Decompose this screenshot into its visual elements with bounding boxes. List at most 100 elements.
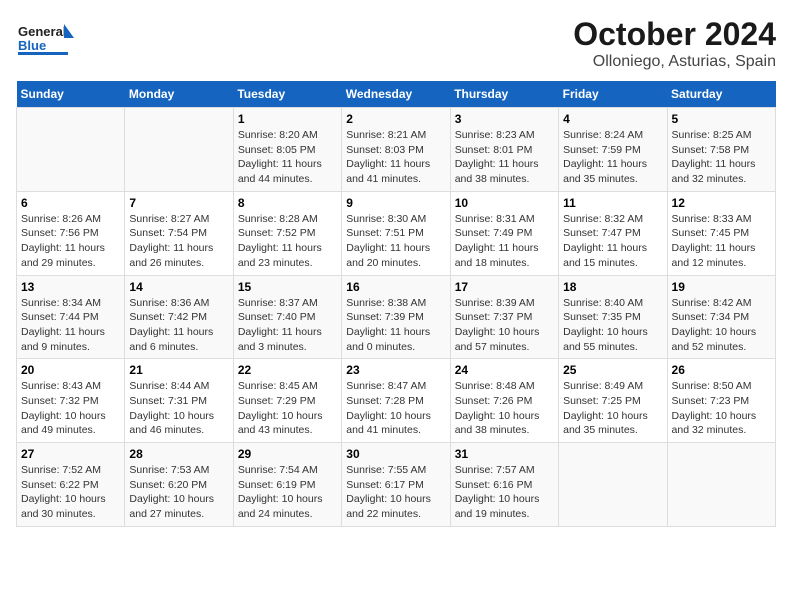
calendar-week-row: 27Sunrise: 7:52 AM Sunset: 6:22 PM Dayli… — [17, 443, 776, 527]
day-number: 12 — [672, 196, 771, 210]
day-header-tuesday: Tuesday — [233, 81, 341, 108]
day-info: Sunrise: 8:48 AM Sunset: 7:26 PM Dayligh… — [455, 379, 554, 438]
calendar-cell: 15 Sunrise: 8:37 AM Sunset: 7:40 PM Dayli… — [233, 275, 341, 359]
day-info: Sunrise: 8:43 AM Sunset: 7:32 PM Dayligh… — [21, 379, 120, 438]
calendar-cell: 7 Sunrise: 8:27 AM Sunset: 7:54 PM Daylig… — [125, 191, 233, 275]
calendar-cell: 23 Sunrise: 8:47 AM Sunset: 7:28 PM Dayli… — [342, 359, 450, 443]
day-info: Sunrise: 8:39 AM Sunset: 7:37 PM Dayligh… — [455, 296, 554, 355]
calendar-cell: 2 Sunrise: 8:21 AM Sunset: 8:03 PM Daylig… — [342, 108, 450, 192]
day-info: Sunrise: 8:40 AM Sunset: 7:35 PM Dayligh… — [563, 296, 662, 355]
calendar-cell — [559, 443, 667, 527]
day-info: Sunrise: 8:42 AM Sunset: 7:34 PM Dayligh… — [672, 296, 771, 355]
day-number: 17 — [455, 280, 554, 294]
day-number: 28 — [129, 447, 228, 461]
day-info: Sunrise: 8:38 AM Sunset: 7:39 PM Dayligh… — [346, 296, 445, 355]
day-number: 30 — [346, 447, 445, 461]
calendar-week-row: 20 Sunrise: 8:43 AM Sunset: 7:32 PM Dayli… — [17, 359, 776, 443]
calendar-cell: 29 Sunrise: 7:54 AM Sunset: 6:19 PM Dayli… — [233, 443, 341, 527]
calendar-cell: 17 Sunrise: 8:39 AM Sunset: 7:37 PM Dayli… — [450, 275, 558, 359]
day-number: 5 — [672, 112, 771, 126]
day-number: 11 — [563, 196, 662, 210]
day-number: 10 — [455, 196, 554, 210]
calendar-table: SundayMondayTuesdayWednesdayThursdayFrid… — [16, 81, 776, 527]
day-number: 8 — [238, 196, 337, 210]
calendar-cell: 22 Sunrise: 8:45 AM Sunset: 7:29 PM Dayli… — [233, 359, 341, 443]
calendar-cell: 21Sunrise: 8:44 AM Sunset: 7:31 PM Dayli… — [125, 359, 233, 443]
calendar-week-row: 13 Sunrise: 8:34 AM Sunset: 7:44 PM Dayli… — [17, 275, 776, 359]
calendar-week-row: 1 Sunrise: 8:20 AM Sunset: 8:05 PM Daylig… — [17, 108, 776, 192]
day-number: 7 — [129, 196, 228, 210]
day-number: 3 — [455, 112, 554, 126]
day-info: Sunrise: 7:54 AM Sunset: 6:19 PM Dayligh… — [238, 463, 337, 522]
day-number: 1 — [238, 112, 337, 126]
calendar-cell: 26 Sunrise: 8:50 AM Sunset: 7:23 PM Dayli… — [667, 359, 775, 443]
calendar-header-row: SundayMondayTuesdayWednesdayThursdayFrid… — [17, 81, 776, 108]
day-info: Sunrise: 8:26 AM Sunset: 7:56 PM Dayligh… — [21, 212, 120, 271]
day-info: Sunrise: 8:34 AM Sunset: 7:44 PM Dayligh… — [21, 296, 120, 355]
calendar-cell: 31Sunrise: 7:57 AM Sunset: 6:16 PM Dayli… — [450, 443, 558, 527]
calendar-cell: 9Sunrise: 8:30 AM Sunset: 7:51 PM Daylig… — [342, 191, 450, 275]
calendar-cell: 8 Sunrise: 8:28 AM Sunset: 7:52 PM Daylig… — [233, 191, 341, 275]
day-number: 19 — [672, 280, 771, 294]
day-number: 22 — [238, 363, 337, 377]
page-title: October 2024 — [573, 16, 776, 53]
calendar-cell: 28 Sunrise: 7:53 AM Sunset: 6:20 PM Dayli… — [125, 443, 233, 527]
day-info: Sunrise: 8:32 AM Sunset: 7:47 PM Dayligh… — [563, 212, 662, 271]
day-info: Sunrise: 8:44 AM Sunset: 7:31 PM Dayligh… — [129, 379, 228, 438]
calendar-cell — [17, 108, 125, 192]
day-number: 13 — [21, 280, 120, 294]
calendar-cell: 18Sunrise: 8:40 AM Sunset: 7:35 PM Dayli… — [559, 275, 667, 359]
logo-icon: General Blue — [16, 16, 76, 61]
logo: General Blue — [16, 16, 76, 61]
calendar-cell: 6Sunrise: 8:26 AM Sunset: 7:56 PM Daylig… — [17, 191, 125, 275]
day-info: Sunrise: 8:24 AM Sunset: 7:59 PM Dayligh… — [563, 128, 662, 187]
calendar-cell: 5 Sunrise: 8:25 AM Sunset: 7:58 PM Daylig… — [667, 108, 775, 192]
day-info: Sunrise: 8:49 AM Sunset: 7:25 PM Dayligh… — [563, 379, 662, 438]
day-info: Sunrise: 8:45 AM Sunset: 7:29 PM Dayligh… — [238, 379, 337, 438]
day-info: Sunrise: 8:36 AM Sunset: 7:42 PM Dayligh… — [129, 296, 228, 355]
day-number: 2 — [346, 112, 445, 126]
calendar-cell: 16Sunrise: 8:38 AM Sunset: 7:39 PM Dayli… — [342, 275, 450, 359]
calendar-cell: 30Sunrise: 7:55 AM Sunset: 6:17 PM Dayli… — [342, 443, 450, 527]
svg-text:General: General — [18, 24, 66, 39]
calendar-cell: 20 Sunrise: 8:43 AM Sunset: 7:32 PM Dayli… — [17, 359, 125, 443]
calendar-cell: 10 Sunrise: 8:31 AM Sunset: 7:49 PM Dayli… — [450, 191, 558, 275]
day-number: 9 — [346, 196, 445, 210]
day-number: 15 — [238, 280, 337, 294]
day-number: 29 — [238, 447, 337, 461]
page-subtitle: Olloniego, Asturias, Spain — [573, 53, 776, 71]
day-info: Sunrise: 8:20 AM Sunset: 8:05 PM Dayligh… — [238, 128, 337, 187]
calendar-cell: 27Sunrise: 7:52 AM Sunset: 6:22 PM Dayli… — [17, 443, 125, 527]
day-header-sunday: Sunday — [17, 81, 125, 108]
svg-text:Blue: Blue — [18, 38, 46, 53]
day-info: Sunrise: 8:25 AM Sunset: 7:58 PM Dayligh… — [672, 128, 771, 187]
day-header-thursday: Thursday — [450, 81, 558, 108]
day-number: 26 — [672, 363, 771, 377]
day-info: Sunrise: 7:57 AM Sunset: 6:16 PM Dayligh… — [455, 463, 554, 522]
day-header-friday: Friday — [559, 81, 667, 108]
calendar-week-row: 6Sunrise: 8:26 AM Sunset: 7:56 PM Daylig… — [17, 191, 776, 275]
day-info: Sunrise: 7:53 AM Sunset: 6:20 PM Dayligh… — [129, 463, 228, 522]
calendar-cell: 24Sunrise: 8:48 AM Sunset: 7:26 PM Dayli… — [450, 359, 558, 443]
page-header: General Blue October 2024 Olloniego, Ast… — [16, 16, 776, 71]
day-number: 4 — [563, 112, 662, 126]
day-info: Sunrise: 8:50 AM Sunset: 7:23 PM Dayligh… — [672, 379, 771, 438]
day-number: 23 — [346, 363, 445, 377]
day-number: 14 — [129, 280, 228, 294]
calendar-cell: 13 Sunrise: 8:34 AM Sunset: 7:44 PM Dayli… — [17, 275, 125, 359]
calendar-cell: 19 Sunrise: 8:42 AM Sunset: 7:34 PM Dayli… — [667, 275, 775, 359]
day-number: 27 — [21, 447, 120, 461]
day-info: Sunrise: 8:37 AM Sunset: 7:40 PM Dayligh… — [238, 296, 337, 355]
day-info: Sunrise: 8:31 AM Sunset: 7:49 PM Dayligh… — [455, 212, 554, 271]
day-info: Sunrise: 8:28 AM Sunset: 7:52 PM Dayligh… — [238, 212, 337, 271]
day-number: 20 — [21, 363, 120, 377]
calendar-cell: 4 Sunrise: 8:24 AM Sunset: 7:59 PM Daylig… — [559, 108, 667, 192]
title-area: October 2024 Olloniego, Asturias, Spain — [573, 16, 776, 71]
calendar-cell: 3 Sunrise: 8:23 AM Sunset: 8:01 PM Daylig… — [450, 108, 558, 192]
day-info: Sunrise: 8:27 AM Sunset: 7:54 PM Dayligh… — [129, 212, 228, 271]
day-info: Sunrise: 8:33 AM Sunset: 7:45 PM Dayligh… — [672, 212, 771, 271]
day-info: Sunrise: 8:23 AM Sunset: 8:01 PM Dayligh… — [455, 128, 554, 187]
day-info: Sunrise: 8:21 AM Sunset: 8:03 PM Dayligh… — [346, 128, 445, 187]
day-info: Sunrise: 8:47 AM Sunset: 7:28 PM Dayligh… — [346, 379, 445, 438]
calendar-cell — [667, 443, 775, 527]
